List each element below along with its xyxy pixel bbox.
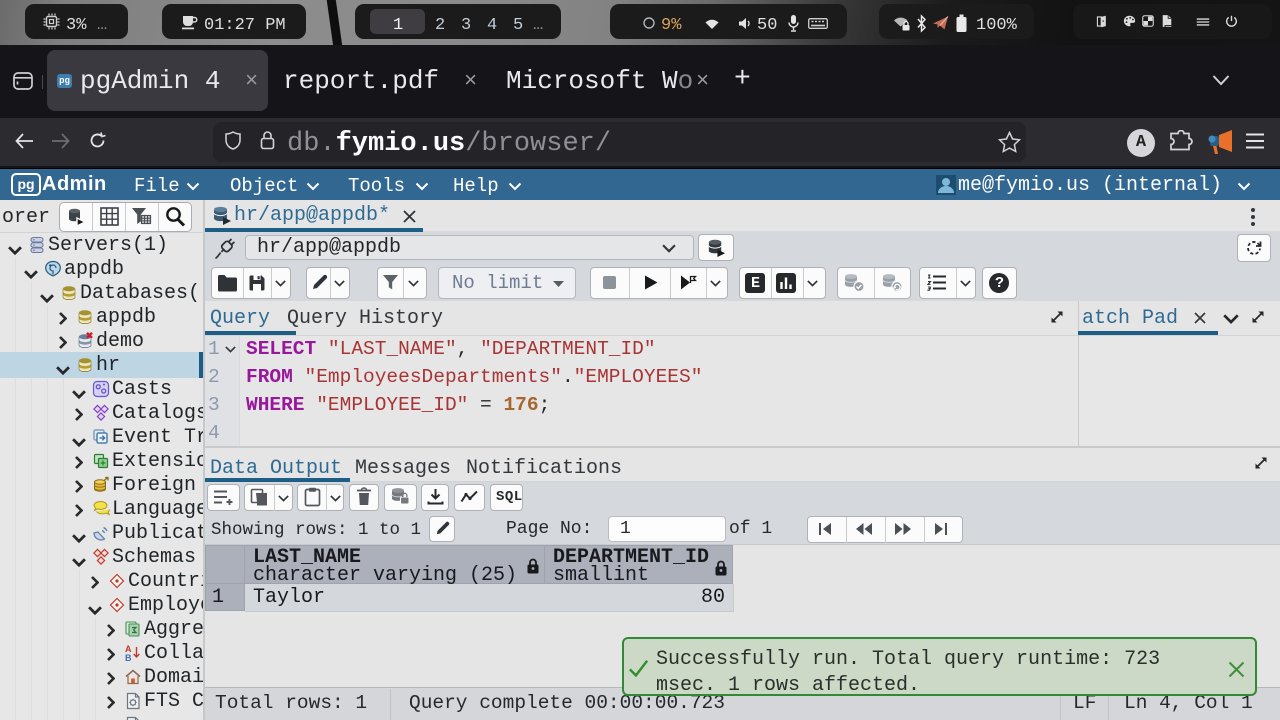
svg-text:B: B	[125, 653, 132, 662]
